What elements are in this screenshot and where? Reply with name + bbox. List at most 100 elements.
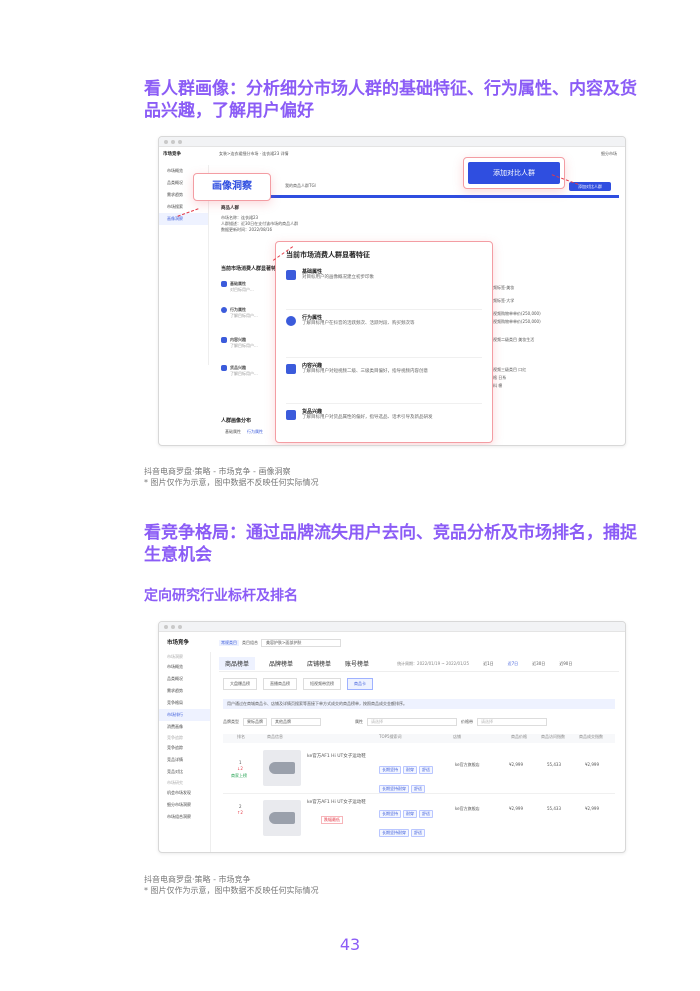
bg-feature-row: 内容兴趣 了解目标用户...	[221, 337, 277, 365]
sidebar-item[interactable]: 细分市场洞察	[159, 799, 210, 811]
caption-disclaimer: * 图片仅作为示意，图中数据不反映任何实际情况	[144, 886, 319, 895]
ranking-tabs: 商品榜单 品牌榜单 店铺榜单 账号榜单 统计周期：2022/01/19 ~ 20…	[219, 656, 619, 672]
feature-title: 货品兴趣	[302, 409, 323, 415]
breadcrumb: 女装>连衣裙细分市场 · 连衣裙23 详情	[219, 151, 289, 156]
category-select[interactable]: 美容护肤>面部护肤	[261, 639, 341, 647]
bg-feature-row: 行为属性 了解目标用户...	[221, 307, 277, 337]
price: ¥2,999	[509, 762, 523, 767]
sidebar-item[interactable]: 品类概况	[159, 673, 210, 685]
subtab[interactable]: 短视频带货榜	[303, 678, 341, 690]
date-option[interactable]: 近30日	[532, 661, 545, 667]
feature-item: 行为属性 了解目标用户在抖音的活跃频次、活跃时段、购买频次等	[286, 314, 482, 358]
sidebar-group: 市场洞察	[167, 654, 183, 659]
activity-icon	[286, 316, 296, 326]
product-name[interactable]: ke官方AF1 Hi UT女子运动鞋	[307, 754, 373, 760]
top-right-label: 细分市场	[601, 151, 617, 156]
right-col-item: 短视频二级类目 美妆生活	[489, 337, 535, 342]
feature-title: 内容兴趣	[302, 363, 323, 369]
right-col-item: 视频标签·美妆	[489, 285, 515, 290]
table-row[interactable]: 2 ↑2 ke官方AF1 Hi UT女子运动鞋 跌幅最低 长期坚持 耐穿 舒适长期坚…	[223, 796, 615, 844]
dist-tab[interactable]: 行为属性	[247, 429, 263, 435]
price-select[interactable]: 请选择	[477, 718, 547, 726]
subtab-selected[interactable]: 商品卡	[347, 678, 373, 690]
search-tags: 长期坚持 耐穿 舒适长期坚持耐穿 舒适	[379, 800, 449, 838]
sidebar-item[interactable]: 竞品详情	[159, 754, 210, 766]
search-tags: 长期坚持 耐穿 舒适长期坚持耐穿 舒适	[379, 756, 449, 794]
rank-badge: 商家上榜	[231, 773, 247, 778]
sidebar-item[interactable]: 机会市场发现	[159, 787, 210, 799]
portrait-dist-title: 人群画像分布	[221, 418, 252, 424]
right-column-values: 视频标签·美妆 视频标签·大学 短视频购物单单价(250,000) 短视频购物单…	[489, 285, 623, 391]
sidebar-group: 市场研究	[167, 780, 183, 785]
subtab[interactable]: 直播商品榜	[263, 678, 297, 690]
sidebar-item[interactable]: 竞争追踪	[159, 742, 210, 754]
filter-tab[interactable]: 常规类目	[219, 640, 239, 646]
callout-add-button: 添加对比人群	[468, 162, 560, 184]
sidebar-group: 竞争追踪	[167, 735, 183, 740]
filter-row: 品牌类型 果标品牌 其他品牌 属性 请选择 价格带 请选择	[223, 718, 547, 726]
attr-select[interactable]: 请选择	[367, 718, 457, 726]
date-range: 统计周期：2022/01/19 ~ 2022/01/25	[397, 660, 470, 666]
table-row[interactable]: 1 ↓2 商家上榜 ke官方AF1 Hi UT女子运动鞋 长期坚持 耐穿 舒适长期坚…	[223, 746, 615, 794]
sidebar-item[interactable]: 竞品对比	[159, 766, 210, 778]
tab-stores[interactable]: 店铺榜单	[307, 659, 331, 668]
subtab[interactable]: 大盘爆品榜	[223, 678, 257, 690]
date-option[interactable]: 近90日	[559, 661, 572, 667]
caption-source: 抖音电商罗盘·策略 - 市场竞争	[144, 875, 251, 884]
crowd-section-title: 商品人群	[221, 206, 239, 211]
feature-title: 基础属性	[302, 269, 323, 275]
sidebar-item-selected[interactable]: 市场排行	[159, 709, 210, 721]
store-name[interactable]: ke官方旗舰店	[455, 806, 480, 812]
product-name[interactable]: ke官方AF1 Hi UT女子运动鞋	[307, 800, 373, 806]
dist-tab[interactable]: 基础属性	[225, 429, 241, 435]
sidebar-item[interactable]: 竞争格局	[159, 697, 210, 709]
bg-section-title: 当前市场消费人群显著特征	[221, 266, 282, 272]
caption-source: 抖音电商罗盘·策略 - 市场竞争 - 画像洞察	[144, 467, 291, 476]
date-option[interactable]: 近1日	[483, 661, 494, 667]
feature-desc: 了解目标用户对货品属性的偏好，指导选品、话术引导及新品研发	[302, 415, 433, 420]
grid-icon	[286, 270, 296, 280]
rank-change: ↓2	[237, 766, 243, 771]
caption-disclaimer: * 图片仅作为示意，图中数据不反映任何实际情况	[144, 478, 319, 487]
product-thumbnail	[263, 800, 301, 836]
sidebar-item[interactable]: 市场搜索	[159, 201, 208, 213]
filter-label: 属性	[355, 719, 363, 724]
store-name[interactable]: ke官方旗舰店	[455, 762, 480, 768]
section-subheading: 定向研究行业标杆及排名	[144, 588, 298, 604]
right-col-item: 短视频购物单单价(250,000)	[489, 311, 541, 316]
feature-panel: 当前市场消费人群显著特征 基础属性 对目标用户的画像概况建立初步印象 行为属性 了解…	[275, 241, 493, 443]
dist-tabs: 基础属性 行为属性	[225, 429, 263, 435]
caption-2: 抖音电商罗盘·策略 - 市场竞争 * 图片仅作为示意，图中数据不反映任何实际情况	[144, 874, 319, 896]
document-icon	[286, 364, 296, 374]
date-option-selected[interactable]: 近7日	[508, 661, 519, 667]
sidebar-item[interactable]: 市场概览	[159, 661, 210, 673]
deal-index: ¥2,999	[585, 806, 599, 811]
sidebar: 市场洞察 市场概览 品类概况 需求趋势 竞争格局 市场排行 消费画像 竞争追踪 …	[159, 652, 211, 852]
section-heading-portrait: 看人群画像：分析细分市场人群的基础特征、行为属性、内容及货品兴趣，了解用户偏好	[144, 79, 637, 121]
tab-accounts[interactable]: 账号榜单	[345, 659, 369, 668]
feature-item: 货品兴趣 了解目标用户对货品属性的偏好，指导选品、话术引导及新品研发	[286, 408, 482, 445]
product-thumbnail	[263, 750, 301, 786]
feature-desc: 对目标用户的画像概况建立初步印象	[302, 275, 374, 280]
other-brand-select[interactable]: 其他品牌	[271, 718, 321, 726]
price: ¥2,999	[509, 806, 523, 811]
sidebar-item[interactable]: 市场组合洞察	[159, 811, 210, 823]
tab-brands[interactable]: 品牌榜单	[269, 659, 293, 668]
sidebar-item[interactable]: 消费画像	[159, 721, 210, 733]
app-title: 市场竞争	[163, 152, 181, 157]
tab-products[interactable]: 商品榜单	[219, 657, 256, 670]
info-row: 数据更新时间：2022/08/16	[221, 227, 273, 232]
feature-desc: 了解目标用户在抖音的活跃频次、活跃时段、购买频次等	[302, 321, 415, 326]
visit-index: 55,433	[547, 762, 561, 767]
feature-item: 内容兴趣 了解目标用户对短视频二级、三级类目偏好，指导视频内容创意	[286, 362, 482, 404]
portrait-screenshot: 市场竞争 女装>连衣裙细分市场 · 连衣裙23 详情 细分市场 市场概览 品类概…	[158, 136, 626, 446]
filter-tab[interactable]: 类目组合	[242, 640, 258, 646]
bg-feature-row: 基础属性 对目标用户...	[221, 281, 277, 307]
brand-select[interactable]: 果标品牌	[243, 718, 267, 726]
sidebar-item-selected[interactable]: 画像洞察	[159, 213, 208, 225]
sidebar-item[interactable]: 需求趋势	[159, 685, 210, 697]
filter-label: 价格带	[461, 719, 473, 724]
crowd-label: 我的商品人群TGI	[285, 183, 316, 188]
app-title: 市场竞争	[167, 640, 190, 646]
row-badge: 跌幅最低	[321, 816, 343, 824]
